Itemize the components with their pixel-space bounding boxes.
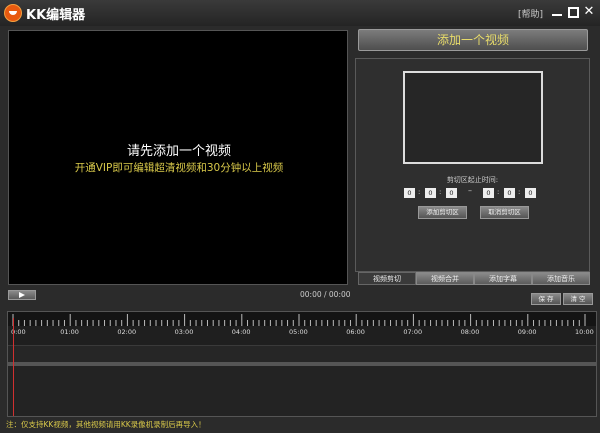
- ruler-tick-label: 06:00: [346, 328, 365, 336]
- close-button[interactable]: ✕: [583, 5, 595, 18]
- video-preview: 请先添加一个视频 开通VIP即可编辑超清视频和30分钟以上视频: [8, 30, 348, 285]
- timeline-ruler-ticks: [12, 314, 586, 326]
- preview-vip-notice: 开通VIP即可编辑超清视频和30分钟以上视频: [74, 162, 284, 174]
- tab-video-cut[interactable]: 视频剪切: [358, 272, 416, 285]
- clip-thumbnail: [403, 71, 543, 164]
- time-separator: :: [518, 188, 521, 196]
- cancel-clip-button[interactable]: 取消剪切区: [480, 206, 529, 219]
- app-logo-icon: [4, 4, 22, 22]
- tab-add-subtitle[interactable]: 添加字幕: [474, 272, 532, 285]
- ruler-tick-label: 07:00: [403, 328, 423, 336]
- start-hour-field[interactable]: 0: [404, 188, 415, 198]
- preview-headline: 请先添加一个视频: [126, 144, 231, 159]
- ruler-tick-label: 10:00: [575, 328, 594, 336]
- maximize-button[interactable]: [567, 6, 579, 18]
- ruler-tick-label: 02:00: [117, 328, 137, 336]
- end-minute-field[interactable]: 0: [504, 188, 515, 198]
- add-clip-button[interactable]: 添加剪切区: [418, 206, 467, 219]
- time-separator: :: [418, 188, 421, 196]
- start-minute-field[interactable]: 0: [425, 188, 436, 198]
- ruler-tick-label: 09:00: [517, 328, 537, 336]
- start-second-field[interactable]: 0: [446, 188, 457, 198]
- footnote: 注：仅支持KK视频，其他视频请用KK录像机录制后再导入！: [6, 420, 206, 429]
- tab-video-merge[interactable]: 视频合并: [416, 272, 474, 285]
- minimize-button[interactable]: [551, 6, 563, 18]
- audio-track[interactable]: [8, 366, 596, 416]
- clip-range-label: 剪切区起止时间:: [446, 176, 499, 184]
- add-video-button[interactable]: 添加一个视频: [358, 29, 588, 51]
- app-title: KK编辑器: [26, 8, 86, 23]
- range-dash: –: [468, 186, 472, 195]
- time-separator: :: [439, 188, 442, 196]
- time-readout: 00:00 / 00:00: [300, 290, 351, 299]
- save-button[interactable]: 保 存: [531, 293, 561, 305]
- time-separator: :: [497, 188, 500, 196]
- ruler-tick-label: 04:00: [231, 328, 251, 336]
- ruler-tick-label: 01:00: [60, 328, 79, 336]
- tab-add-music[interactable]: 添加音乐: [532, 272, 590, 285]
- title-bar: [0, 0, 600, 26]
- ruler-tick-label: 05:00: [289, 328, 308, 336]
- end-second-field[interactable]: 0: [525, 188, 536, 198]
- ruler-tick-label: 03:00: [174, 328, 194, 336]
- playhead-marker[interactable]: [13, 318, 14, 416]
- help-link[interactable]: [帮助]: [518, 7, 543, 20]
- play-button[interactable]: [8, 290, 36, 300]
- end-hour-field[interactable]: 0: [483, 188, 494, 198]
- clear-button[interactable]: 清 空: [563, 293, 593, 305]
- ruler-tick-label: 08:00: [460, 328, 480, 336]
